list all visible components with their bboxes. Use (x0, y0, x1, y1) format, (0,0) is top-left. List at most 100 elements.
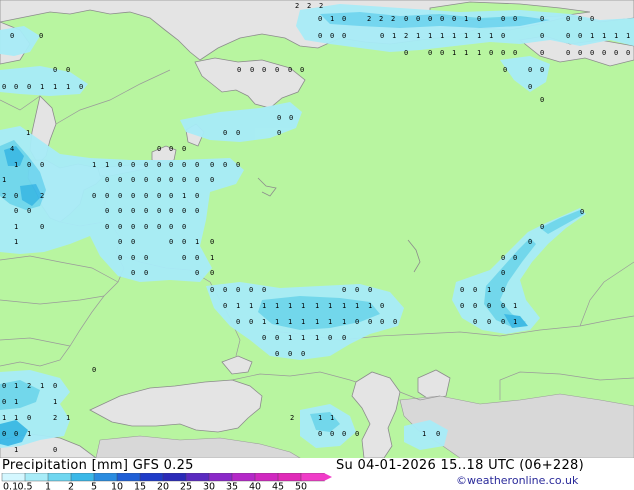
grid-value-label: 0 (182, 207, 186, 215)
grid-value-label: 0 (157, 161, 161, 169)
grid-value-label: 0 (513, 254, 517, 262)
scale-swatch (24, 473, 49, 482)
grid-value-label: 0 (368, 286, 372, 294)
grid-value-label: 0 (210, 161, 214, 169)
grid-value-label: 0 (275, 350, 279, 358)
grid-value-label: 0 (40, 223, 44, 231)
grid-value-label: 1 (275, 302, 279, 310)
grid-value-label: 0 (118, 223, 122, 231)
grid-value-label: 0 (40, 161, 44, 169)
grid-value-label: 1 (428, 32, 432, 40)
grid-value-label: 2 (295, 2, 299, 10)
grid-value-label: 0 (249, 286, 253, 294)
grid-value-label: 0 (144, 207, 148, 215)
grid-value-label: 0 (105, 207, 109, 215)
grid-value-label: 0 (489, 49, 493, 57)
grid-value-label: 0 (2, 83, 6, 91)
grid-value-label: 0 (66, 66, 70, 74)
scale-swatch (1, 473, 26, 482)
grid-value-label: 0 (501, 49, 505, 57)
grid-value-label: 0 (578, 15, 582, 23)
grid-value-label: 1 (342, 318, 346, 326)
grid-value-label: 1 (14, 414, 18, 422)
grid-value-label: 2 (53, 414, 57, 422)
grid-value-label: 1 (452, 32, 456, 40)
grid-value-label: 0 (528, 83, 532, 91)
scale-swatches (1, 473, 332, 482)
grid-value-label: 0 (169, 176, 173, 184)
scale-swatch (185, 473, 210, 482)
grid-value-label: 0 (318, 32, 322, 40)
grid-value-label: 1 (195, 238, 199, 246)
grid-value-label: 0 (487, 302, 491, 310)
grid-value-label: 0 (223, 286, 227, 294)
scale-tick-label: 2 (68, 482, 74, 490)
grid-value-label: 0 (318, 15, 322, 23)
grid-value-label: 0 (118, 207, 122, 215)
grid-value-label: 0 (105, 192, 109, 200)
grid-value-label: 0 (540, 223, 544, 231)
grid-value-label: 0 (157, 192, 161, 200)
grid-value-label: 0 (440, 49, 444, 57)
grid-value-label: 0 (195, 161, 199, 169)
grid-value-label: 1 (328, 302, 332, 310)
grid-value-label: 0 (501, 318, 505, 326)
grid-value-label: 0 (275, 334, 279, 342)
grid-value-label: 1 (14, 446, 18, 454)
legend-footer: Precipitation [mm] GFS 0.25 Su 04-01-202… (0, 458, 634, 490)
grid-value-label: 0 (195, 254, 199, 262)
grid-value-label: 0 (182, 223, 186, 231)
grid-value-label: 0 (27, 207, 31, 215)
grid-value-label: 2 (40, 192, 44, 200)
grid-value-label: 2 (2, 192, 6, 200)
scale-tick-label: 20 (157, 482, 169, 490)
grid-value-label: 0 (342, 32, 346, 40)
grid-value-label: 0 (277, 129, 281, 137)
grid-value-label: 0 (614, 49, 618, 57)
grid-value-label: 1 (318, 414, 322, 422)
grid-value-label: 1 (53, 398, 57, 406)
grid-value-label: 0 (590, 15, 594, 23)
grid-value-label: 1 (53, 83, 57, 91)
grid-value-label: 0 (118, 161, 122, 169)
grid-value-label: 0 (14, 192, 18, 200)
grid-value-label: 0 (182, 238, 186, 246)
grid-value-label: 0 (566, 49, 570, 57)
credit-link[interactable]: ©weatheronline.co.uk (456, 474, 578, 487)
grid-value-label: 0 (27, 83, 31, 91)
grid-value-label: 0 (210, 269, 214, 277)
grid-value-label: 0 (131, 254, 135, 262)
grid-value-label: 0 (460, 286, 464, 294)
scale-swatch (300, 473, 325, 482)
grid-value-label: 1 (301, 334, 305, 342)
grid-value-label: 0 (428, 49, 432, 57)
grid-value-label: 0 (10, 32, 14, 40)
grid-value-label: 1 (262, 302, 266, 310)
grid-value-label: 2 (379, 15, 383, 23)
grid-value-label: 1 (452, 49, 456, 57)
grid-value-label: 0 (157, 207, 161, 215)
grid-value-label: 0 (501, 15, 505, 23)
grid-value-label: 2 (391, 15, 395, 23)
grid-value-label: 0 (169, 223, 173, 231)
grid-value-label: 1 (464, 15, 468, 23)
grid-value-label: 1 (262, 318, 266, 326)
grid-value-label: 1 (14, 238, 18, 246)
precipitation-map: 2 2 20 1 0 2 2 2 0 0 0 0 0 1 0 0 0 0 0 0 00 0 0 0 0 0 1 2 1 1 1 1 1 1 1 0 0 0… (0, 0, 634, 458)
grid-value-label: 0 (210, 286, 214, 294)
grid-value-label: 0 (144, 192, 148, 200)
grid-value-label: 0 (540, 32, 544, 40)
grid-value-label: 0 (540, 96, 544, 104)
scale-swatch (231, 473, 256, 482)
grid-value-label: 0 (355, 286, 359, 294)
grid-value-label: 0 (169, 145, 173, 153)
grid-value-label: 4 (10, 145, 14, 153)
scale-swatch (162, 473, 187, 482)
grid-value-label: 0 (169, 207, 173, 215)
grid-value-label: 0 (118, 254, 122, 262)
grid-value-label: 0 (14, 207, 18, 215)
grid-value-label: 2 (27, 382, 31, 390)
grid-value-label: 1 (614, 32, 618, 40)
grid-value-label: 0 (460, 302, 464, 310)
grid-value-label: 0 (342, 430, 346, 438)
